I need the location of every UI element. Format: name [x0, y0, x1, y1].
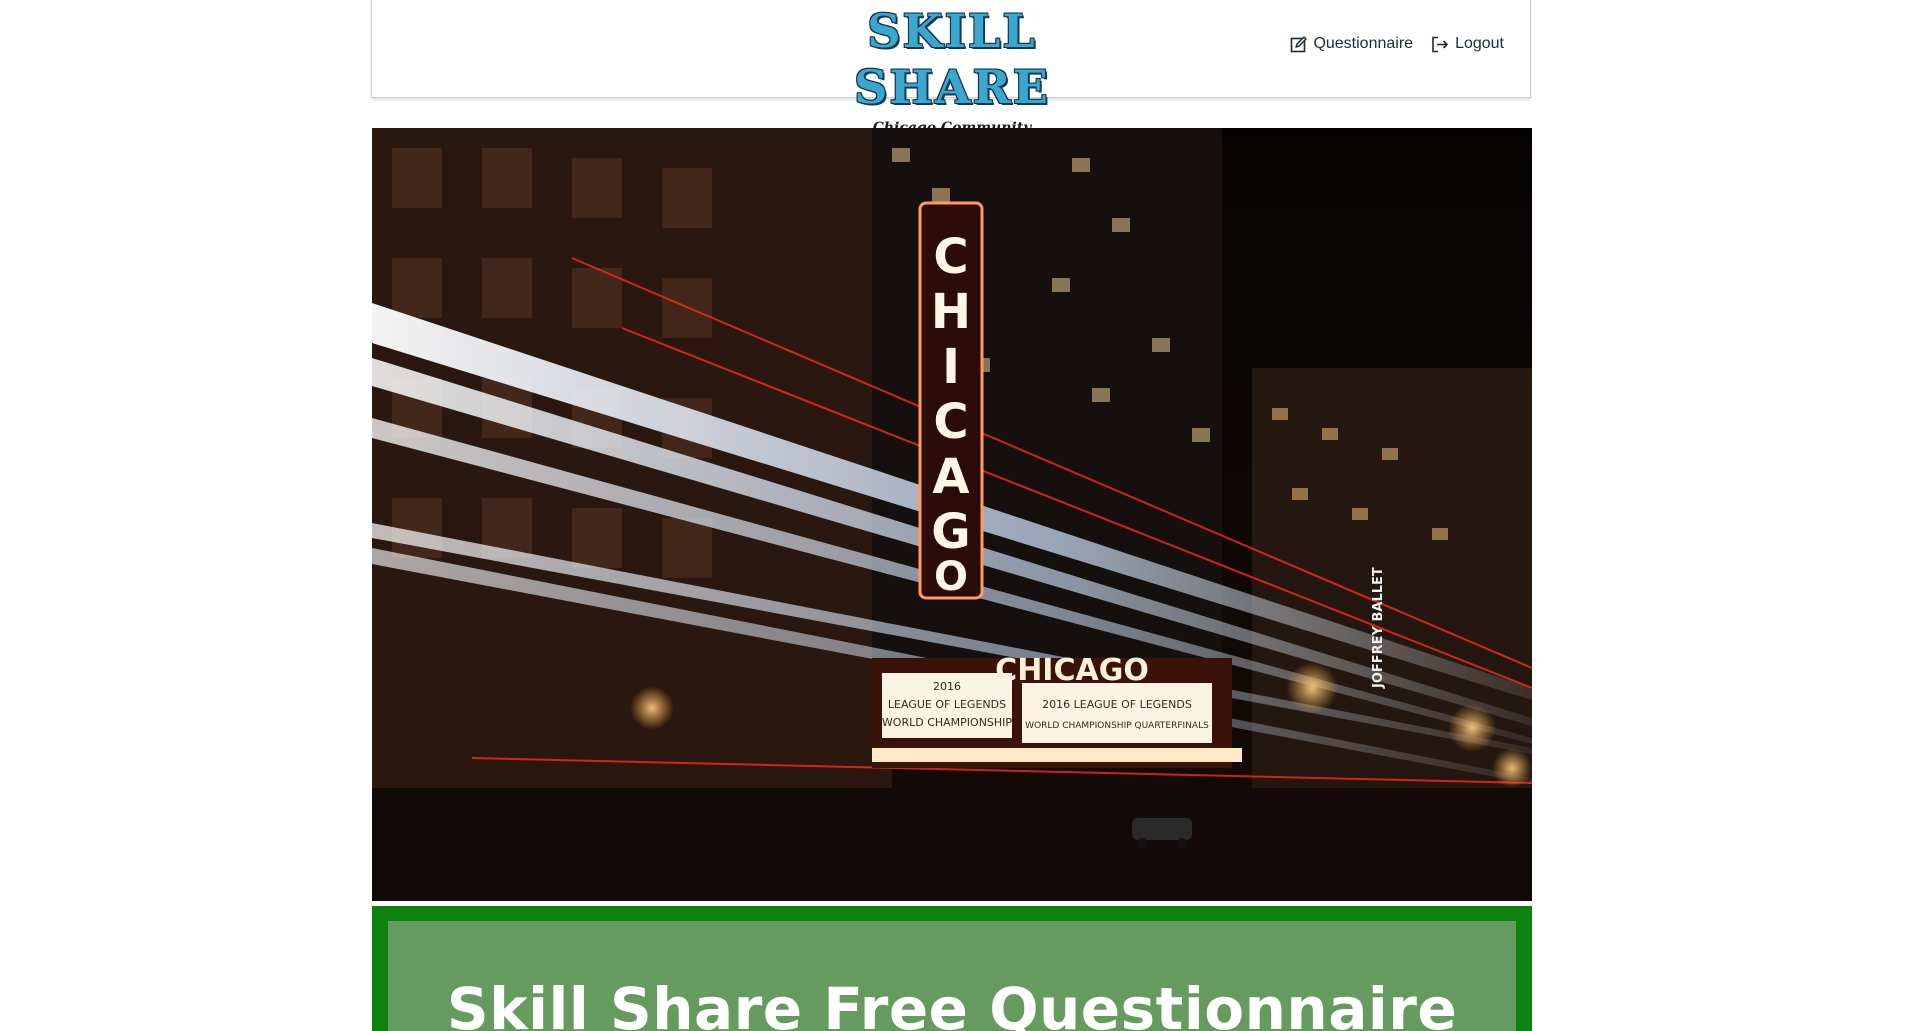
svg-text:O: O: [934, 554, 968, 600]
marquee-left-line-2: LEAGUE OF LEGENDS: [888, 698, 1006, 711]
svg-text:G: G: [931, 504, 970, 560]
questionnaire-banner: Skill Share Free Questionnaire: [372, 906, 1532, 1031]
site-header: SKILL SHARE Chicago Community Questionna…: [371, 0, 1531, 136]
banner-title: Skill Share Free Questionnaire: [446, 975, 1458, 1031]
questionnaire-link[interactable]: Questionnaire: [1290, 35, 1413, 53]
site-logo[interactable]: SKILL SHARE Chicago Community: [792, 3, 1112, 136]
logo-title: SKILL SHARE: [854, 4, 1050, 114]
hero-image: C H I C A G O CHICAGO 2016 LEAGUE OF LEG…: [372, 128, 1532, 901]
side-sign: JOFFREY BALLET: [1371, 567, 1386, 689]
svg-text:A: A: [932, 449, 969, 505]
logout-icon: [1431, 36, 1449, 53]
questionnaire-label: Questionnaire: [1313, 35, 1414, 52]
header-nav: Questionnaire Logout: [1290, 35, 1504, 53]
questionnaire-banner-inner: Skill Share Free Questionnaire: [388, 921, 1516, 1031]
edit-icon: [1290, 35, 1308, 53]
vertical-sign: C H I C A G O: [918, 201, 984, 600]
logout-label: Logout: [1455, 35, 1504, 52]
svg-text:I: I: [942, 339, 960, 395]
marquee-right-line-1: 2016 LEAGUE OF LEGENDS: [1042, 698, 1192, 711]
marquee-left-line-3: WORLD CHAMPIONSHIP: [882, 716, 1013, 729]
svg-text:H: H: [931, 284, 971, 340]
svg-text:C: C: [933, 229, 968, 285]
marquee-chicago: CHICAGO: [995, 653, 1149, 688]
svg-text:C: C: [933, 394, 968, 450]
logout-link[interactable]: Logout: [1431, 35, 1504, 53]
marquee-left-line-1: 2016: [933, 680, 961, 693]
marquee-right-line-2: WORLD CHAMPIONSHIP QUARTERFINALS: [1025, 721, 1209, 731]
page: SKILL SHARE Chicago Community Questionna…: [0, 0, 1905, 1031]
chicago-night-photo: C H I C A G O CHICAGO 2016 LEAGUE OF LEG…: [372, 128, 1532, 901]
